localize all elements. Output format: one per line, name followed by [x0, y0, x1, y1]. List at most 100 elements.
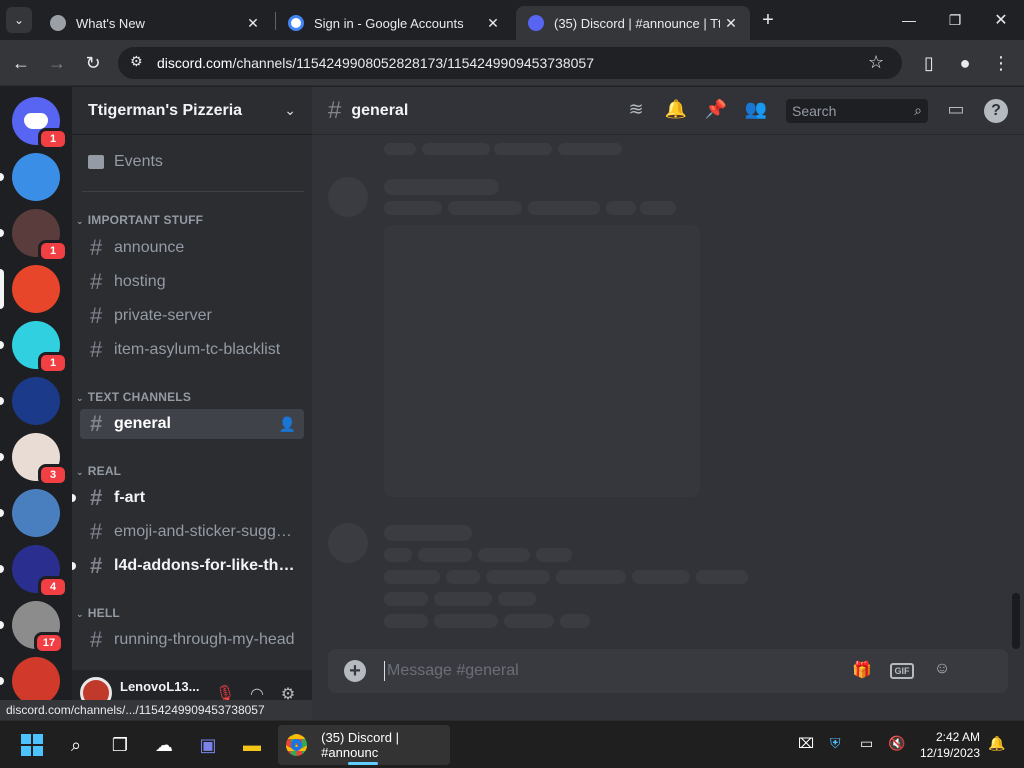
channel-f-art[interactable]: # f-art [72, 483, 304, 513]
message-input[interactable] [384, 661, 784, 681]
clock-date: 12/19/2023 [919, 746, 980, 760]
defender-icon[interactable]: ⛨ [830, 735, 841, 752]
profile-icon[interactable]: ● [952, 50, 978, 76]
tab-whats-new[interactable]: What's New ✕ [38, 6, 272, 40]
threads-icon[interactable]: ≋ [624, 99, 648, 123]
unread-indicator [72, 562, 76, 570]
hash-icon: # [90, 627, 103, 652]
channel-general[interactable]: # general 👤 [80, 409, 304, 439]
channel-hosting[interactable]: # hosting [80, 267, 304, 297]
category-name: TEXT CHANNELS [87, 390, 192, 404]
skeleton-bar [384, 143, 416, 155]
notification-bell-icon[interactable]: 🔔 [988, 735, 1005, 752]
task-view-icon[interactable]: ❐ [104, 729, 136, 761]
skeleton-bar [696, 570, 748, 584]
new-tab-icon[interactable]: + [755, 7, 781, 33]
mention-badge: 1 [38, 240, 68, 262]
forward-icon[interactable]: → [44, 50, 70, 76]
add-attachment-icon[interactable]: + [344, 660, 366, 682]
unread-pill [0, 565, 4, 573]
new-server-icon[interactable] [12, 657, 60, 705]
unread-pill [0, 453, 4, 461]
member-list-icon[interactable]: 👥 [744, 99, 768, 123]
windows7-orb-icon[interactable] [12, 153, 60, 201]
chrome-favicon-icon [50, 15, 66, 31]
minimize-icon[interactable]: — [896, 7, 922, 33]
taskbar-chrome-button[interactable]: (35) Discord | #announc [278, 725, 450, 765]
channel-emoji-and-sticker-suggestions[interactable]: # emoji-and-sticker-suggestions [80, 517, 304, 547]
side-panel-icon[interactable]: ▯ [916, 50, 942, 76]
skeleton-bar [556, 570, 626, 584]
unread-pill [0, 677, 4, 685]
computer-icon[interactable] [12, 489, 60, 537]
unread-pill [0, 341, 4, 349]
calendar-icon [88, 155, 104, 169]
display-icon[interactable]: ▭ [860, 735, 873, 752]
help-icon[interactable]: ? [984, 99, 1008, 123]
events-label: Events [114, 153, 163, 170]
clock[interactable]: 2:42 AM 12/19/2023 [920, 729, 980, 761]
restore-icon[interactable]: ❐ [942, 7, 968, 33]
scrollbar[interactable] [1012, 593, 1020, 649]
channel-private-server[interactable]: # private-server [80, 301, 304, 331]
back-icon[interactable]: ← [8, 50, 34, 76]
skeleton-bar [478, 548, 530, 562]
chevron-down-icon: ⌄ [76, 467, 84, 477]
mention-badge: 3 [38, 464, 68, 486]
chevron-down-icon: ⌄ [76, 609, 84, 619]
bookmark-star-icon[interactable]: ☆ [868, 52, 884, 73]
category-header[interactable]: ⌄ IMPORTANT STUFF [76, 213, 203, 227]
search-input[interactable]: Search ⌕ [786, 99, 928, 123]
file-explorer-icon[interactable]: ▬ [236, 729, 268, 761]
category-header[interactable]: ⌄ HELL [76, 606, 120, 620]
server-header[interactable]: Ttigerman's Pizzeria ⌄ [72, 87, 312, 135]
hash-icon: # [90, 235, 103, 260]
gift-icon[interactable]: 🎁 [850, 660, 874, 682]
volume-muted-icon[interactable]: 🔇 [888, 735, 905, 752]
category-header[interactable]: ⌄ TEXT CHANNELS [76, 390, 191, 404]
tab-search-chevron-icon[interactable]: ⌄ [6, 7, 32, 33]
address-bar[interactable]: ⚙ discord.com/channels/11542499080528281… [118, 47, 902, 79]
reload-icon[interactable]: ↻ [80, 50, 106, 76]
username: LenovoL13... [120, 679, 200, 694]
skeleton-bar [384, 570, 440, 584]
blue-logo-icon[interactable] [12, 377, 60, 425]
close-tab-icon[interactable]: ✕ [482, 15, 504, 32]
window-close-icon[interactable]: ✕ [988, 7, 1014, 33]
gif-icon[interactable]: GIF [890, 663, 914, 679]
channel-name: emoji-and-sticker-suggestions [114, 523, 296, 540]
create-invite-icon[interactable]: 👤 [279, 416, 296, 433]
unread-indicator [72, 494, 76, 502]
site-info-icon[interactable]: ⚙ [130, 53, 143, 70]
channel-running-through-my-head[interactable]: # running-through-my-head [80, 625, 304, 655]
channel-announce[interactable]: # announce [80, 233, 304, 263]
close-tab-icon[interactable]: ✕ [720, 15, 742, 32]
tab-discord[interactable]: (35) Discord | #announce | Ttigerman's P… [516, 6, 750, 40]
chat-icon[interactable]: ▣ [192, 729, 224, 761]
server-list: 1 1 1 3 4 17 [0, 87, 72, 720]
widgets-icon[interactable]: ☁ [148, 729, 180, 761]
menu-kebab-icon[interactable]: ⋮ [988, 50, 1014, 76]
sticker-icon[interactable]: ☺ [930, 660, 954, 682]
browser-tab-strip: ⌄ What's New ✕ Sign in - Google Accounts… [0, 0, 1024, 40]
inbox-icon[interactable]: ▭ [944, 99, 968, 123]
google-favicon-icon [288, 15, 304, 31]
angry-face-icon[interactable] [12, 265, 60, 313]
tab-google-signin[interactable]: Sign in - Google Accounts ✕ [276, 6, 512, 40]
windows-start-icon[interactable] [16, 729, 48, 761]
search-icon[interactable]: ⌕ [60, 729, 92, 761]
clock-time: 2:42 AM [935, 730, 980, 744]
channel-l4d-addons-for-like-the-server[interactable]: # l4d-addons-for-like-the-server [72, 551, 304, 581]
network-offline-icon[interactable]: ⌧ [798, 735, 814, 752]
pinned-messages-icon[interactable]: 📌 [704, 99, 728, 123]
hash-icon: # [90, 337, 103, 362]
channel-item-asylum-tc-blacklist[interactable]: # item-asylum-tc-blacklist [80, 335, 304, 365]
close-tab-icon[interactable]: ✕ [242, 15, 264, 32]
unread-pill [0, 397, 4, 405]
skeleton-avatar [328, 177, 368, 217]
events-item[interactable]: Events [88, 153, 163, 171]
notification-bell-icon[interactable]: 🔔 [664, 99, 688, 123]
search-icon: ⌕ [914, 102, 922, 118]
url-text[interactable]: discord.com/channels/1154249908052828173… [157, 55, 594, 71]
category-header[interactable]: ⌄ REAL [76, 464, 121, 478]
